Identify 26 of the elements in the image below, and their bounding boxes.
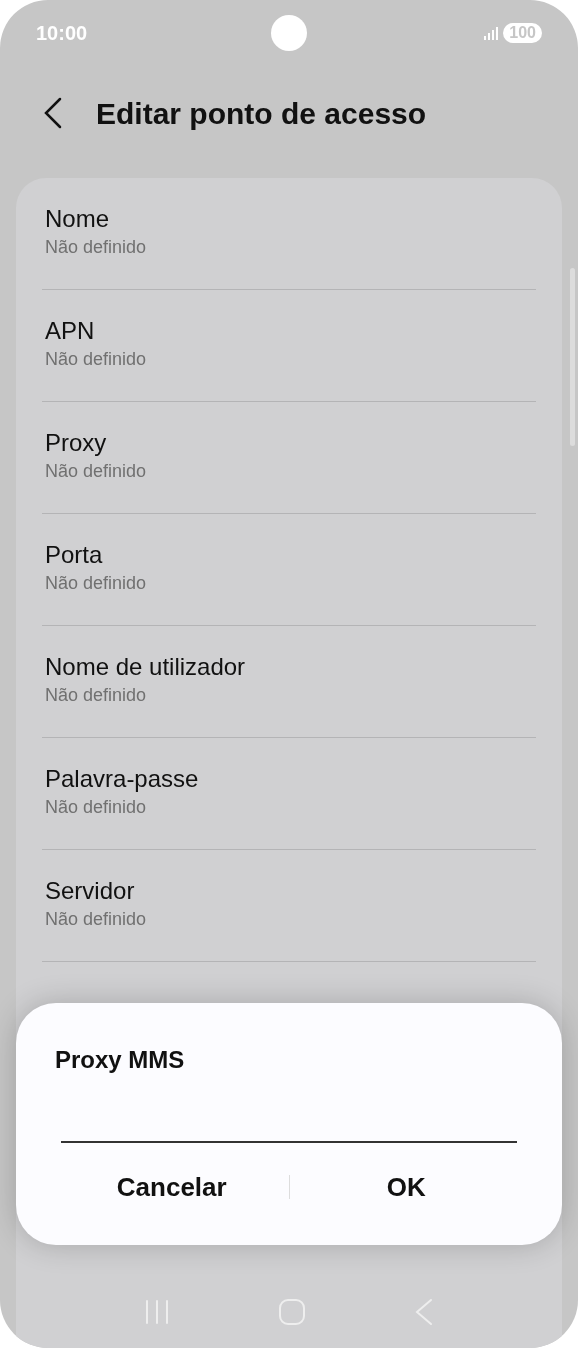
setting-value: Não definido [45,684,147,707]
cancel-button[interactable]: Cancelar [55,1159,289,1215]
back-icon[interactable] [42,97,64,129]
camera-hole [271,15,307,51]
setting-title[interactable]: Porta [45,540,103,570]
setting-title[interactable]: Servidor [45,876,135,906]
setting-value: Não definido [45,460,147,483]
signal-icon [483,26,500,40]
setting-title[interactable]: Nome de utilizador [45,652,246,682]
ok-button[interactable]: OK [289,1159,523,1215]
home-icon[interactable] [278,1298,306,1326]
dialog-title: Proxy MMS [55,1045,185,1075]
back-nav-icon[interactable] [414,1298,434,1326]
setting-value: Não definido [45,236,147,259]
setting-value: Não definido [45,908,147,931]
battery-level: 100 [503,23,542,43]
setting-title[interactable]: Palavra-passe [45,764,199,794]
setting-title[interactable]: APN [45,316,95,346]
page-title: Editar ponto de acesso [96,95,427,132]
setting-title[interactable]: Nome [45,204,110,234]
setting-value: Não definido [45,572,147,595]
status-time: 10:00 [36,21,88,46]
setting-title[interactable]: Proxy [45,428,107,458]
setting-value: Não definido [45,796,147,819]
setting-value: Não definido [45,348,147,371]
recent-apps-icon[interactable] [144,1299,170,1325]
